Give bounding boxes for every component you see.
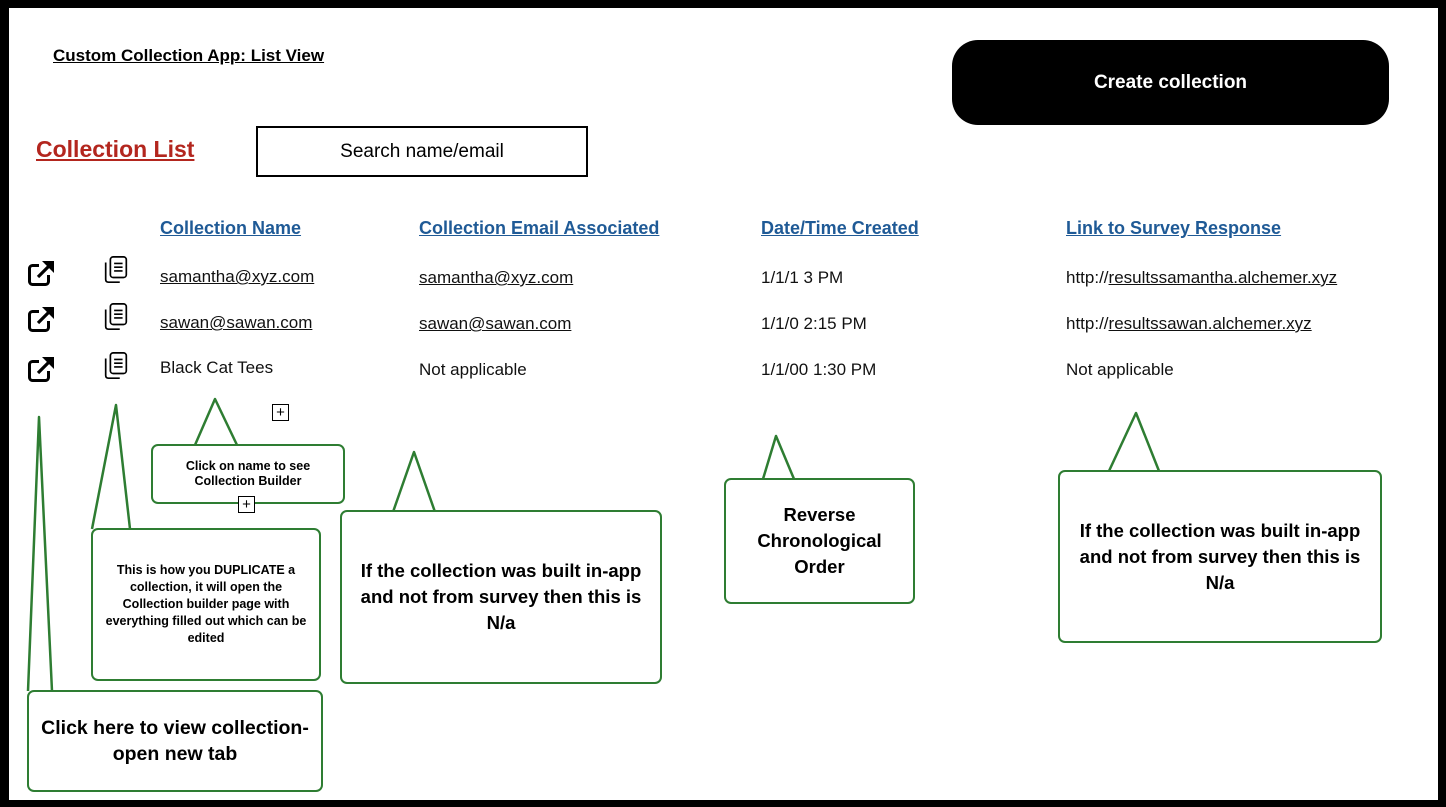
callout-email-na-text: If the collection was built in-app and n…	[360, 560, 642, 633]
collection-email-link[interactable]: samantha@xyz.com	[419, 268, 573, 288]
add-icon[interactable]: +	[272, 404, 289, 421]
collection-email: Not applicable	[419, 360, 527, 379]
collection-name-link[interactable]: sawan@sawan.com	[160, 313, 312, 333]
date-created: 1/1/0 2:15 PM	[761, 314, 867, 333]
column-header-name[interactable]: Collection Name	[160, 218, 301, 239]
duplicate-icon[interactable]	[101, 302, 131, 332]
create-collection-button[interactable]: Create collection	[952, 40, 1389, 125]
open-new-tab-icon[interactable]	[27, 258, 57, 288]
collection-name-link[interactable]: Black Cat Tees	[160, 358, 273, 378]
callout-view-text: Click here to view collection- open new …	[41, 717, 309, 765]
callout-date-order: Reverse Chronological Order	[724, 478, 915, 604]
callout-name: Click on name to see Collection Builder	[151, 444, 345, 504]
date-created: 1/1/00 1:30 PM	[761, 360, 877, 379]
callout-duplicate-text: This is how you DUPLICATE a collection, …	[105, 563, 307, 645]
duplicate-icon[interactable]	[101, 255, 131, 285]
search-input[interactable]: Search name/email	[256, 126, 588, 177]
collection-email-link[interactable]: sawan@sawan.com	[419, 314, 571, 334]
search-placeholder: Search name/email	[340, 140, 504, 162]
callout-link-na-text: If the collection was built in-app and n…	[1079, 519, 1361, 593]
survey-response-link[interactable]: http://resultssawan.alchemer.xyz	[1066, 314, 1312, 334]
open-new-tab-icon[interactable]	[27, 354, 57, 384]
callout-connectors	[26, 397, 1161, 692]
app-title: Custom Collection App: List View	[53, 46, 325, 65]
collection-list-heading[interactable]: Collection List	[36, 136, 194, 163]
column-header-email[interactable]: Collection Email Associated	[419, 218, 659, 239]
date-created: 1/1/1 3 PM	[761, 268, 844, 287]
callout-email-na: If the collection was built in-app and n…	[340, 510, 662, 684]
column-header-date[interactable]: Date/Time Created	[761, 218, 919, 239]
open-new-tab-icon[interactable]	[27, 304, 57, 334]
callout-date-order-text: Reverse Chronological Order	[757, 504, 882, 577]
callout-duplicate: This is how you DUPLICATE a collection, …	[91, 528, 321, 681]
callout-view: Click here to view collection- open new …	[27, 690, 323, 792]
add-icon[interactable]: +	[238, 496, 255, 513]
survey-response-link[interactable]: http://resultssamantha.alchemer.xyz	[1066, 268, 1337, 288]
link-prefix: http://	[1066, 314, 1109, 333]
canvas: Custom Collection App: List View Create …	[9, 8, 1438, 800]
survey-response-link: Not applicable	[1066, 360, 1174, 379]
column-header-link[interactable]: Link to Survey Response	[1066, 218, 1281, 239]
link-host[interactable]: resultssawan.alchemer.xyz	[1109, 314, 1312, 333]
duplicate-icon[interactable]	[101, 351, 131, 381]
callout-name-text: Click on name to see Collection Builder	[185, 459, 311, 488]
collection-name-link[interactable]: samantha@xyz.com	[160, 267, 314, 287]
link-prefix: http://	[1066, 268, 1109, 287]
link-host[interactable]: resultssamantha.alchemer.xyz	[1109, 268, 1338, 287]
callout-link-na: If the collection was built in-app and n…	[1058, 470, 1382, 643]
